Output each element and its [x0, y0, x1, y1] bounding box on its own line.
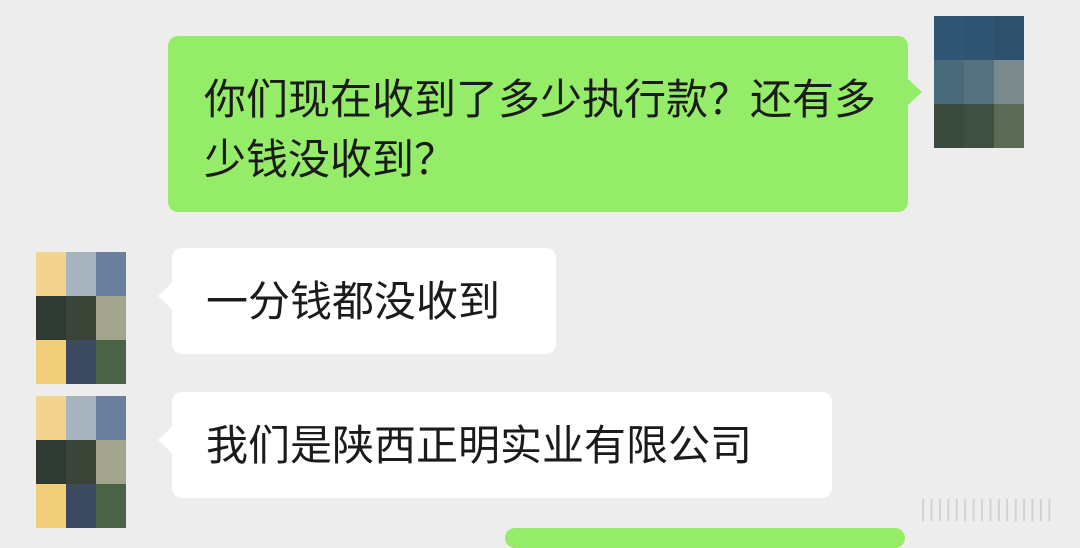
avatar-pixel — [66, 440, 96, 484]
avatar-pixel — [96, 340, 126, 384]
contact-avatar[interactable] — [36, 252, 126, 384]
message-bubble-incoming[interactable]: 一分钱都没收到 — [158, 248, 556, 354]
avatar-pixel — [934, 16, 964, 60]
avatar-pixel — [934, 104, 964, 148]
avatar-pixel — [934, 60, 964, 104]
avatar-pixel — [66, 340, 96, 384]
avatar-pixel — [66, 252, 96, 296]
self-avatar[interactable] — [934, 16, 1024, 148]
avatar-pixel — [36, 296, 66, 340]
contact-avatar[interactable] — [36, 396, 126, 528]
message-text: 我们是陕西正明实业有限公司 — [206, 421, 753, 470]
message-bubble-outgoing-partial[interactable] — [505, 528, 905, 548]
avatar-pixel — [36, 396, 66, 440]
avatar-pixel — [964, 104, 994, 148]
avatar-pixel — [36, 484, 66, 528]
avatar-pixel — [36, 252, 66, 296]
avatar-pixel — [66, 484, 96, 528]
message-bubble-incoming[interactable]: 我们是陕西正明实业有限公司 — [158, 392, 832, 498]
avatar-pixel — [96, 396, 126, 440]
avatar-pixel — [994, 16, 1024, 60]
avatar-pixel — [964, 16, 994, 60]
avatar-pixel — [66, 296, 96, 340]
message-bubble-outgoing[interactable]: 你们现在收到了多少执行款？还有多少钱没收到？ — [168, 36, 922, 212]
avatar-pixel — [994, 60, 1024, 104]
avatar-pixel — [964, 60, 994, 104]
avatar-pixel — [36, 440, 66, 484]
avatar-pixel — [96, 252, 126, 296]
avatar-pixel — [96, 484, 126, 528]
avatar-pixel — [36, 340, 66, 384]
watermark: |||||||||||||||| — [919, 497, 1054, 522]
chat-window: 你们现在收到了多少执行款？还有多少钱没收到？ 一分钱都没收到 我们是陕西正明实业… — [0, 0, 1080, 548]
message-text: 你们现在收到了多少执行款？还有多少钱没收到？ — [204, 75, 877, 184]
avatar-pixel — [66, 396, 96, 440]
message-text: 一分钱都没收到 — [206, 277, 501, 326]
avatar-pixel — [96, 440, 126, 484]
avatar-pixel — [994, 104, 1024, 148]
avatar-pixel — [96, 296, 126, 340]
